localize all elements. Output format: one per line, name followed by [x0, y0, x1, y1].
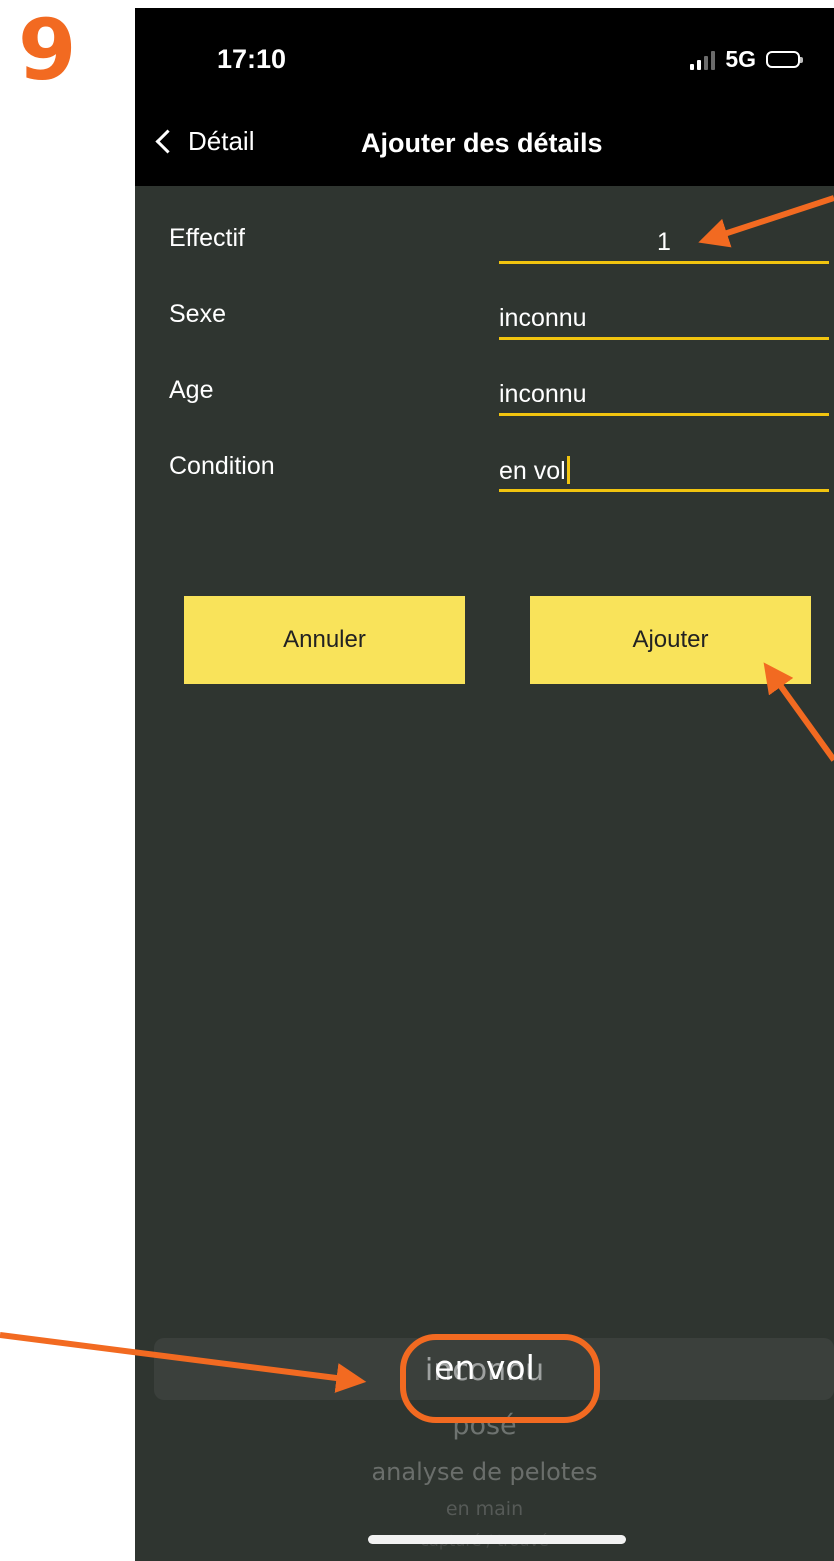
age-input[interactable]: inconnu	[499, 372, 829, 416]
status-indicators: 5G	[690, 46, 803, 73]
navigation-bar: 17:10 5G Détail Ajouter des détails	[135, 8, 834, 186]
picker-item[interactable]: en main	[135, 1498, 834, 1520]
form-row-effectif: Effectif 1	[135, 212, 834, 272]
back-label: Détail	[188, 126, 255, 156]
effectif-label: Effectif	[169, 224, 245, 252]
sexe-input[interactable]: inconnu	[499, 296, 829, 340]
picker-item[interactable]: analyse de pelotes	[135, 1458, 834, 1486]
battery-icon	[766, 51, 803, 68]
condition-input[interactable]: en vol	[499, 448, 829, 492]
phone-screen: 17:10 5G Détail Ajouter des détails Effe…	[135, 8, 834, 1561]
status-time: 17:10	[217, 44, 287, 74]
form-row-condition: Condition en vol	[135, 440, 834, 500]
add-button[interactable]: Ajouter	[530, 596, 811, 684]
network-label: 5G	[725, 46, 756, 72]
back-button[interactable]: Détail	[153, 126, 254, 157]
effectif-input[interactable]: 1	[499, 220, 829, 264]
text-cursor	[566, 456, 570, 484]
picker-item[interactable]: posé	[135, 1410, 834, 1441]
page-title: Ajouter des détails	[361, 128, 603, 158]
home-indicator[interactable]	[368, 1535, 626, 1544]
cancel-button[interactable]: Annuler	[184, 596, 465, 684]
age-label: Age	[169, 376, 214, 404]
form-row-sexe: Sexe inconnu	[135, 288, 834, 348]
step-number: 9	[18, 1, 77, 99]
signal-icon	[690, 50, 716, 70]
condition-value: en vol	[499, 457, 566, 485]
form-row-age: Age inconnu	[135, 364, 834, 424]
condition-label: Condition	[169, 452, 275, 480]
chevron-left-icon	[155, 129, 180, 154]
sexe-label: Sexe	[169, 300, 226, 328]
picker-item-selected[interactable]: en vol	[135, 1348, 834, 1387]
